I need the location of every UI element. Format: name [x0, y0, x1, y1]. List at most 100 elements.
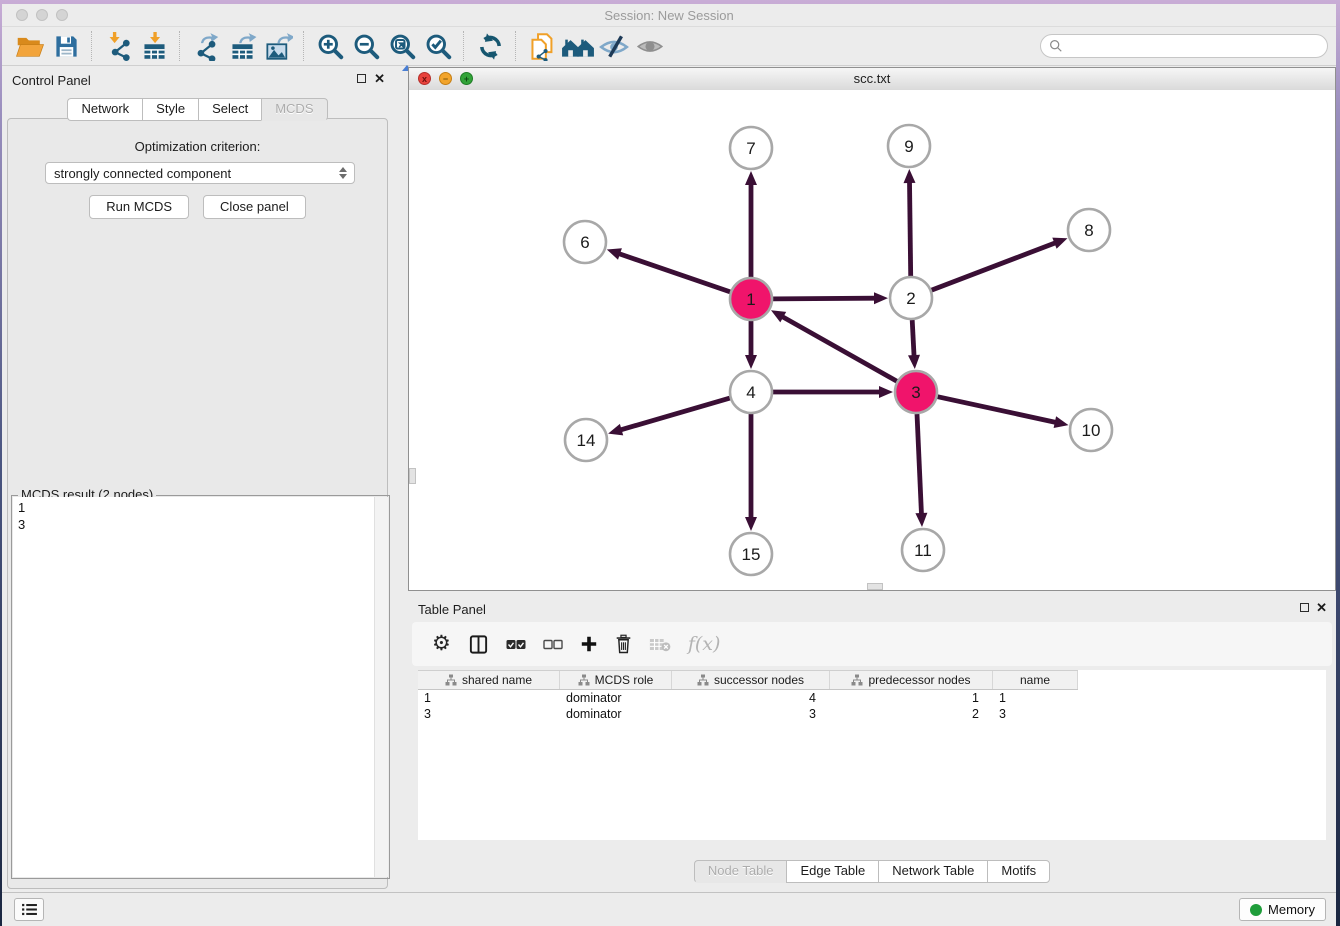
export-table-button[interactable]: [224, 29, 260, 63]
panel-splitter[interactable]: [393, 67, 408, 893]
node-8[interactable]: 8: [1068, 209, 1110, 251]
toolbar-separator: [303, 31, 305, 61]
table-cell[interactable]: 4: [672, 690, 830, 706]
mcds-result-list[interactable]: 13: [13, 497, 388, 877]
edge-4-3[interactable]: [773, 386, 893, 398]
node-4[interactable]: 4: [730, 371, 772, 413]
node-10[interactable]: 10: [1070, 409, 1112, 451]
show-hidden-button[interactable]: [632, 29, 668, 63]
column-header-MCDS-role[interactable]: MCDS role: [560, 671, 672, 689]
network-window-titlebar[interactable]: x−+ scc.txt: [409, 68, 1335, 91]
optimization-criterion-dropdown[interactable]: strongly connected component: [45, 162, 355, 184]
memory-button[interactable]: Memory: [1239, 898, 1326, 921]
column-header-shared-name[interactable]: shared name: [418, 671, 560, 689]
edge-1-6[interactable]: [607, 248, 730, 292]
eye-gray-icon: [636, 35, 664, 58]
edge-3-11[interactable]: [915, 414, 927, 527]
function-builder-button: f(x): [688, 633, 721, 655]
zoom-selected-button[interactable]: [420, 29, 456, 63]
tab-network-table[interactable]: Network Table: [878, 860, 987, 883]
tab-edge-table[interactable]: Edge Table: [786, 860, 878, 883]
edge-1-7[interactable]: [745, 171, 757, 277]
deselect-all-button[interactable]: [543, 639, 563, 650]
svg-text:3: 3: [911, 383, 920, 402]
float-panel-icon[interactable]: [357, 74, 366, 83]
edge-4-15[interactable]: [745, 414, 757, 531]
tab-node-table[interactable]: Node Table: [694, 860, 787, 883]
import-network-button[interactable]: [100, 29, 136, 63]
edge-4-14[interactable]: [608, 398, 730, 435]
bottom-splitter-grip[interactable]: [867, 583, 883, 590]
table-float-icon[interactable]: [1300, 603, 1309, 612]
close-panel-icon[interactable]: ✕: [374, 71, 385, 87]
table-cell[interactable]: dominator: [560, 690, 672, 706]
result-scrollbar[interactable]: [374, 497, 388, 877]
node-15[interactable]: 15: [730, 533, 772, 575]
left-splitter-grip[interactable]: [409, 468, 416, 484]
table-cell[interactable]: 2: [830, 706, 993, 722]
zoom-fit-button[interactable]: [384, 29, 420, 63]
search-field[interactable]: [1040, 34, 1328, 58]
run-mcds-button[interactable]: Run MCDS: [89, 195, 189, 219]
column-header-predecessor-nodes[interactable]: predecessor nodes: [830, 671, 993, 689]
network-canvas[interactable]: 7 9 6 8 1 2 4 3 14 10 15 11: [409, 90, 1335, 590]
node-1[interactable]: 1: [730, 278, 772, 320]
table-cell[interactable]: 3: [993, 706, 1078, 722]
edge-2-3[interactable]: [908, 320, 920, 369]
close-panel-button[interactable]: Close panel: [203, 195, 306, 219]
save-session-button[interactable]: [48, 29, 84, 63]
application-window: Session: New Session Control Panel ✕ Net…: [2, 4, 1336, 926]
table-cell[interactable]: dominator: [560, 706, 672, 722]
edge-3-1[interactable]: [771, 310, 897, 381]
tree-icon: [697, 674, 709, 686]
node-9[interactable]: 9: [888, 125, 930, 167]
node-2[interactable]: 2: [890, 277, 932, 319]
delete-table-button: [649, 637, 671, 652]
column-header-successor-nodes[interactable]: successor nodes: [672, 671, 830, 689]
edge-1-2[interactable]: [773, 292, 888, 304]
export-network-button[interactable]: [188, 29, 224, 63]
task-history-button[interactable]: [14, 898, 44, 921]
table-settings-button[interactable]: ⚙: [432, 634, 451, 655]
apply-layout-button[interactable]: [472, 29, 508, 63]
table-row[interactable]: 1dominator411: [418, 690, 1078, 706]
first-neighbors-button[interactable]: [560, 29, 596, 63]
tab-mcds[interactable]: MCDS: [261, 98, 327, 121]
search-input[interactable]: [1067, 38, 1311, 55]
select-all-button[interactable]: [506, 639, 526, 650]
hide-selected-button[interactable]: [596, 29, 632, 63]
column-selector-button[interactable]: [468, 634, 489, 655]
edge-2-8[interactable]: [932, 238, 1068, 291]
column-header-name[interactable]: name: [993, 671, 1078, 689]
delete-column-button[interactable]: [615, 634, 632, 654]
table-cell[interactable]: 1: [418, 690, 560, 706]
new-network-from-selection-button[interactable]: [524, 29, 560, 63]
edge-2-9[interactable]: [904, 169, 916, 276]
add-column-button[interactable]: [580, 635, 598, 653]
tab-select[interactable]: Select: [198, 98, 261, 121]
open-session-button[interactable]: [12, 29, 48, 63]
tab-style[interactable]: Style: [142, 98, 198, 121]
control-panel: Control Panel ✕ NetworkStyleSelectMCDS O…: [2, 67, 393, 893]
node-3[interactable]: 3: [895, 371, 937, 413]
tab-motifs[interactable]: Motifs: [987, 860, 1050, 883]
zoom-out-button[interactable]: [348, 29, 384, 63]
edge-1-4[interactable]: [745, 321, 757, 369]
table-cell[interactable]: 1: [993, 690, 1078, 706]
node-7[interactable]: 7: [730, 127, 772, 169]
zoom-in-button[interactable]: [312, 29, 348, 63]
node-14[interactable]: 14: [565, 419, 607, 461]
table-row[interactable]: 3dominator323: [418, 706, 1078, 722]
import-table-button[interactable]: [136, 29, 172, 63]
tab-network[interactable]: Network: [67, 98, 142, 121]
table-close-icon[interactable]: ✕: [1316, 600, 1327, 616]
node-11[interactable]: 11: [902, 529, 944, 571]
table-cell[interactable]: 3: [672, 706, 830, 722]
table-cell[interactable]: 1: [830, 690, 993, 706]
checked-boxes-icon: [506, 639, 526, 650]
edge-3-10[interactable]: [938, 397, 1069, 428]
export-image-button[interactable]: [260, 29, 296, 63]
export-image-icon: [264, 32, 293, 61]
node-6[interactable]: 6: [564, 221, 606, 263]
table-cell[interactable]: 3: [418, 706, 560, 722]
